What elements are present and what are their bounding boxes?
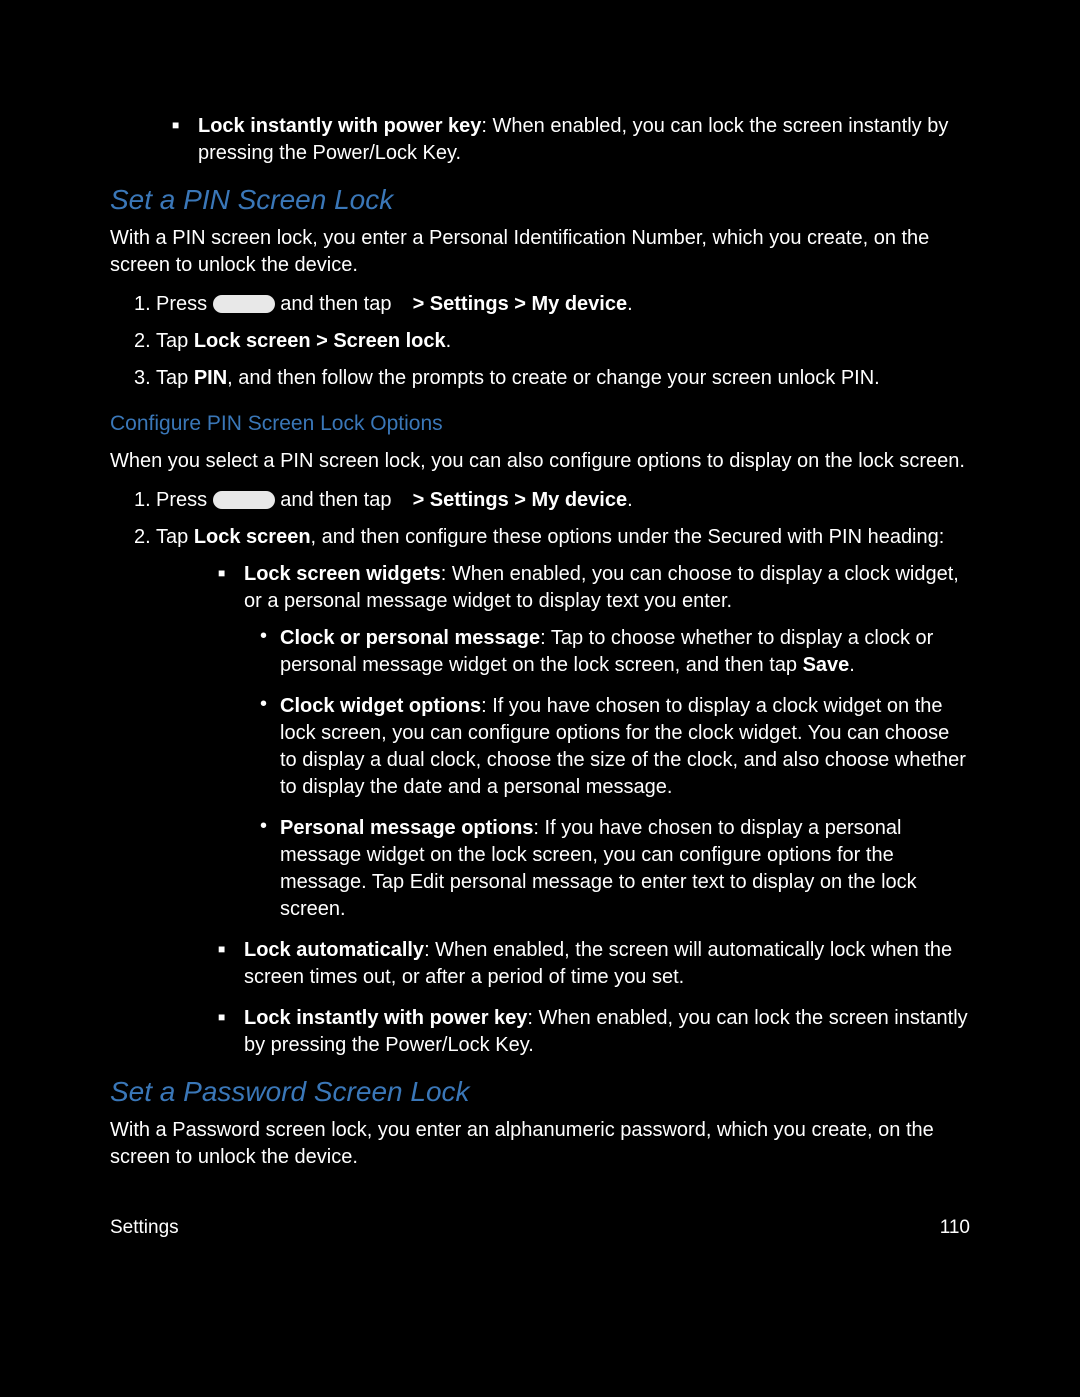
footer-section-name: Settings bbox=[110, 1215, 179, 1241]
list-item: Lock instantly with power key: When enab… bbox=[156, 1005, 970, 1059]
home-key-icon bbox=[213, 295, 275, 313]
list-item: Lock instantly with power key: When enab… bbox=[110, 113, 970, 167]
bold-term: Lock instantly with power key bbox=[198, 115, 481, 137]
body-text: Tap bbox=[156, 330, 194, 352]
bold-term: Save bbox=[803, 654, 850, 676]
list-item: Lock automatically: When enabled, the sc… bbox=[156, 937, 970, 991]
body-text: . bbox=[446, 330, 452, 352]
subsection-heading-configure: Configure PIN Screen Lock Options bbox=[110, 410, 970, 438]
body-text: With a Password screen lock, you enter a… bbox=[110, 1117, 970, 1171]
body-text: and then tap bbox=[275, 489, 397, 511]
body-text: . bbox=[627, 293, 633, 315]
body-text: Press bbox=[156, 293, 213, 315]
body-text: , and then follow the prompts to create … bbox=[227, 367, 880, 389]
body-text: . bbox=[627, 489, 633, 511]
step-item: Press and then tap > Settings > My devic… bbox=[110, 487, 970, 514]
bold-term: Clock widget options bbox=[280, 695, 481, 717]
apps-icon bbox=[397, 300, 407, 310]
body-text: , and then configure these options under… bbox=[311, 526, 945, 548]
body-text: Tap bbox=[156, 526, 194, 548]
body-text: . bbox=[849, 654, 855, 676]
step-item: Tap Lock screen > Screen lock. bbox=[110, 328, 970, 355]
body-text: Press bbox=[156, 489, 213, 511]
bold-term: > Settings > My device bbox=[407, 489, 627, 511]
step-item: Tap PIN, and then follow the prompts to … bbox=[110, 365, 970, 392]
document-page: Lock instantly with power key: When enab… bbox=[0, 0, 1080, 1397]
list-item: Lock screen widgets: When enabled, you c… bbox=[156, 561, 970, 923]
bold-term: Clock or personal message bbox=[280, 627, 540, 649]
step-item: Tap Lock screen, and then configure thes… bbox=[110, 524, 970, 1059]
body-text: With a PIN screen lock, you enter a Pers… bbox=[110, 225, 970, 279]
page-footer: Settings 110 bbox=[110, 1215, 970, 1241]
apps-icon bbox=[397, 496, 407, 506]
bold-term: Lock screen > Screen lock bbox=[194, 330, 446, 352]
bold-term: > Settings > My device bbox=[407, 293, 627, 315]
bold-term: PIN bbox=[194, 367, 227, 389]
body-text: When you select a PIN screen lock, you c… bbox=[110, 448, 970, 475]
bold-term: Lock instantly with power key bbox=[244, 1007, 527, 1029]
body-text: and then tap bbox=[275, 293, 397, 315]
bold-term: Lock screen bbox=[194, 526, 311, 548]
section-heading-password: Set a Password Screen Lock bbox=[110, 1073, 970, 1111]
step-item: Press and then tap > Settings > My devic… bbox=[110, 291, 970, 318]
home-key-icon bbox=[213, 491, 275, 509]
bold-term: Lock automatically bbox=[244, 939, 424, 961]
bold-term: Personal message options bbox=[280, 817, 533, 839]
ordered-steps: Press and then tap > Settings > My devic… bbox=[110, 291, 970, 392]
ordered-steps: Press and then tap > Settings > My devic… bbox=[110, 487, 970, 1059]
page-number: 110 bbox=[940, 1215, 970, 1241]
section-heading-pin: Set a PIN Screen Lock bbox=[110, 181, 970, 219]
bold-term: Lock screen widgets bbox=[244, 563, 441, 585]
body-text: Tap bbox=[156, 367, 194, 389]
